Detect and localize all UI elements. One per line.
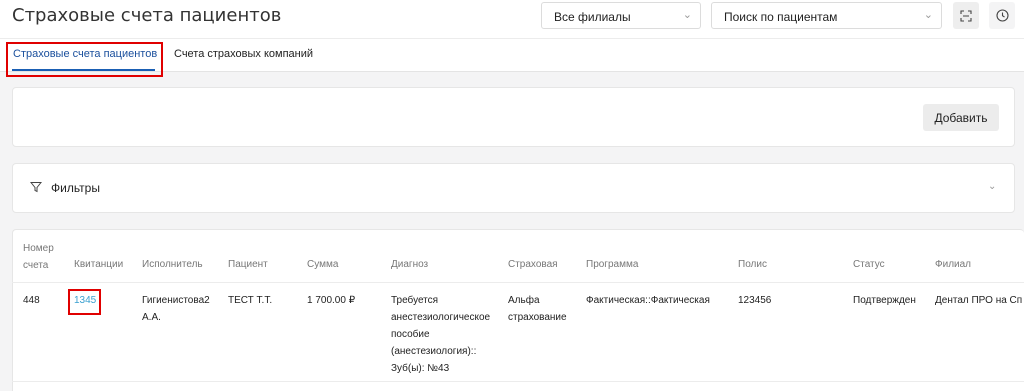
column-header-diagnosis[interactable]: Диагноз: [391, 256, 428, 273]
column-header-amount[interactable]: Сумма: [307, 256, 338, 273]
scan-icon[interactable]: [953, 2, 979, 29]
cell-branch: Дентал ПРО на Сп: [935, 295, 1023, 306]
column-header-policy[interactable]: Полис: [738, 256, 767, 273]
page-title: Страховые счета пациентов: [12, 5, 282, 26]
column-header-status[interactable]: Статус: [853, 256, 885, 273]
cell-performer: Гигиенистова2 А.А.: [142, 295, 210, 323]
cell-program: Фактическая::Фактическая: [586, 295, 710, 306]
column-header-program[interactable]: Программа: [586, 256, 638, 273]
clock-icon[interactable]: [989, 2, 1015, 29]
column-header-branch[interactable]: Филиал: [935, 256, 971, 273]
column-header-number: Номер счета: [23, 243, 54, 271]
highlight-box-receipt: [68, 289, 101, 315]
cell-diagnosis: Требуется анестезиологическое пособие (а…: [391, 295, 491, 374]
filters-label: Фильтры: [51, 181, 100, 195]
cell-patient: ТЕСТ Т.Т.: [228, 295, 273, 306]
row-divider: [12, 381, 1024, 382]
cell-status: Подтвержден: [853, 295, 916, 306]
branch-select[interactable]: Все филиалы ⌄: [541, 2, 701, 29]
add-button[interactable]: Добавить: [923, 104, 999, 131]
column-header-receipts[interactable]: Квитанции: [74, 256, 123, 273]
cell-amount: 1 700.00 ₽: [307, 295, 356, 306]
patient-search-select[interactable]: Поиск по пациентам ⌄: [711, 2, 942, 29]
highlight-box-tab: [6, 42, 163, 77]
column-header-performer[interactable]: Исполнитель: [142, 256, 203, 273]
cell-insurer: Альфа страхование: [508, 295, 567, 323]
chevron-down-icon: ⌄: [682, 9, 692, 21]
branch-select-value: Все филиалы: [554, 10, 631, 24]
top-bar: Страховые счета пациентов Все филиалы ⌄ …: [0, 0, 1024, 38]
cell-number: 448: [23, 295, 40, 306]
tab-insurance-company-invoices[interactable]: Счета страховых компаний: [174, 48, 313, 60]
filter-icon: [29, 180, 43, 198]
chevron-down-icon[interactable]: ⌄: [988, 181, 996, 192]
filters-card[interactable]: [12, 163, 1015, 213]
cell-policy: 123456: [738, 295, 772, 306]
patient-search-placeholder: Поиск по пациентам: [724, 10, 838, 24]
row-divider: [12, 282, 1024, 283]
column-header-patient[interactable]: Пациент: [228, 256, 268, 273]
actions-card: [12, 87, 1015, 147]
chevron-down-icon: ⌄: [923, 9, 933, 21]
column-header-insurer[interactable]: Страховая: [508, 256, 558, 273]
